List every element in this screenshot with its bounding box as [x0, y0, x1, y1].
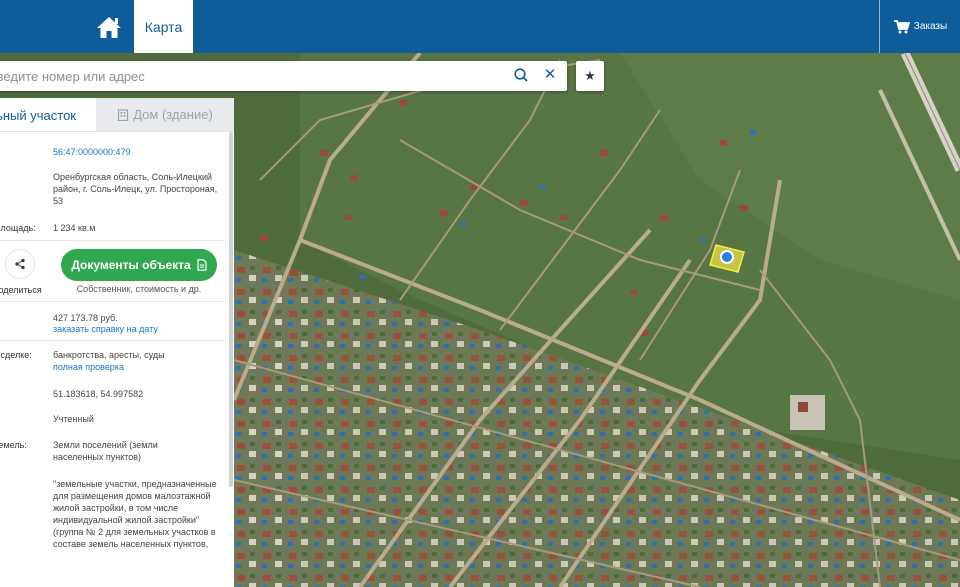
category-label: Земель:: [0, 440, 27, 450]
clear-icon[interactable]: ✕: [542, 66, 558, 84]
location-marker-icon: [720, 250, 734, 264]
status-value: Учтенный: [53, 414, 94, 424]
search-icon[interactable]: [513, 67, 529, 83]
deal-value: банкротства, аресты, суды: [53, 350, 165, 360]
tab-house-label: Дом (здание): [133, 107, 213, 122]
address-value: Оренбургская область, Соль-Илецкий район…: [53, 172, 218, 206]
orders-label: Заказы: [913, 21, 948, 32]
building-icon: [118, 108, 129, 121]
coordinates-value: 51.183618, 54.997582: [53, 389, 144, 399]
cadastral-number[interactable]: 56:47:0000000:479: [53, 147, 131, 157]
divider: [0, 240, 226, 241]
document-icon: [197, 259, 207, 271]
tab-map[interactable]: Карта: [134, 0, 193, 53]
permitted-use-value: "земельные участки, предназначенные для …: [53, 479, 217, 549]
divider: [0, 340, 226, 341]
share-button[interactable]: [5, 249, 35, 279]
home-icon: [97, 16, 121, 38]
panel-scrollbar[interactable]: [229, 132, 233, 487]
object-info-panel: Земельный участок Дом (здание) 56:47:000…: [0, 98, 234, 587]
area-label: Площадь:: [0, 223, 36, 233]
order-certificate-link[interactable]: заказать справку на дату: [53, 324, 158, 334]
divider: [0, 301, 226, 302]
deal-label: В сделке:: [0, 350, 32, 360]
search-input[interactable]: [0, 61, 500, 91]
favorite-button[interactable]: ★: [576, 61, 604, 91]
home-button[interactable]: [84, 0, 134, 53]
star-icon: ★: [584, 68, 596, 83]
tab-land-plot-label: Земельный участок: [0, 108, 76, 123]
panel-tabs: Земельный участок Дом (здание): [0, 98, 234, 132]
area-value: 1 234 кв.м: [53, 223, 96, 233]
category-value: Земли поселений (земли населенных пункто…: [53, 440, 158, 462]
tab-house[interactable]: Дом (здание): [96, 98, 234, 131]
docs-button-label: Документы объекта: [71, 258, 191, 272]
docs-subtitle: Собственник, стоимость и др.: [76, 284, 202, 294]
cost-value: 427 173.78 руб.: [53, 313, 118, 323]
top-bar: Карта Заказы: [0, 0, 960, 53]
share-label: Поделиться: [0, 285, 42, 295]
full-check-link[interactable]: полная проверка: [53, 362, 124, 372]
cart-icon: [893, 19, 910, 33]
tab-land-plot[interactable]: Земельный участок: [0, 98, 96, 131]
orders-button[interactable]: Заказы: [879, 0, 960, 53]
object-documents-button[interactable]: Документы объекта: [61, 249, 217, 281]
share-icon: [15, 258, 25, 270]
search-bar: ✕: [0, 61, 567, 91]
